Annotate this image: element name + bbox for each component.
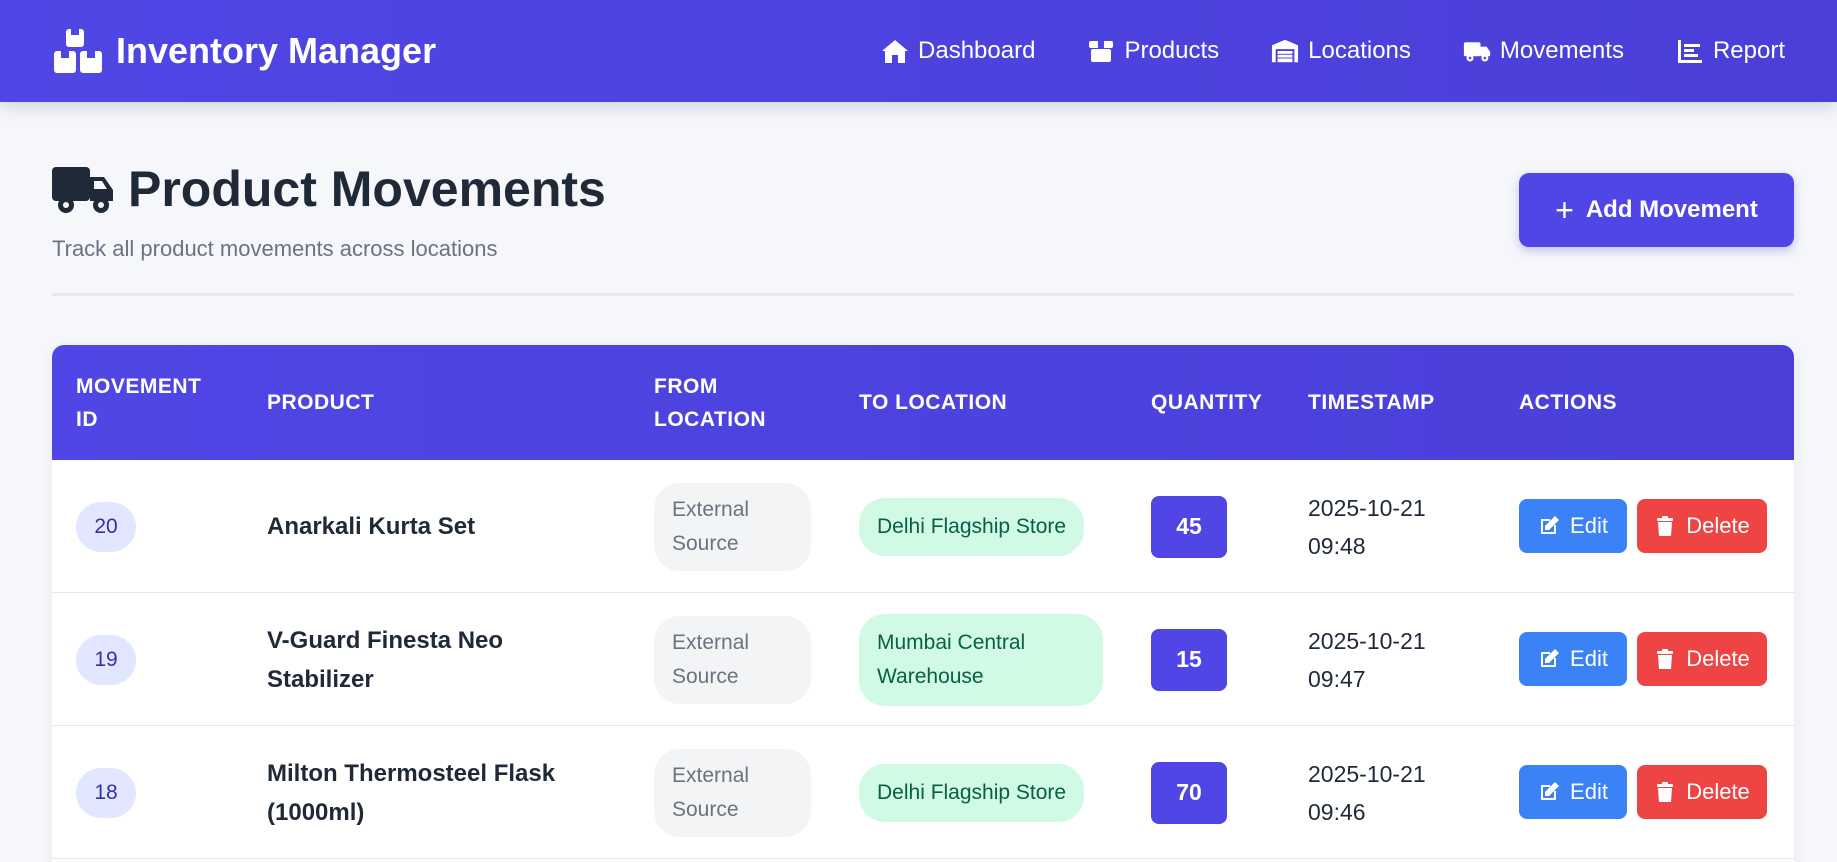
product-name: V-Guard Finesta Neo Stabilizer <box>267 626 504 693</box>
edit-button[interactable]: Edit <box>1519 499 1627 553</box>
edit-icon <box>1541 649 1560 667</box>
delete-label: Delete <box>1686 513 1750 538</box>
th-from-location: FROM LOCATION <box>654 374 767 431</box>
to-location-badge: Mumbai Central Warehouse <box>859 613 1103 706</box>
nav-dashboard[interactable]: Dashboard <box>881 37 1035 65</box>
edit-label: Edit <box>1570 779 1608 804</box>
quantity-badge: 45 <box>1151 495 1227 558</box>
quantity-badge: 15 <box>1151 628 1227 691</box>
truck-icon <box>52 167 113 213</box>
box-icon <box>1089 41 1114 62</box>
delete-button[interactable]: Delete <box>1637 765 1767 819</box>
movements-table: MOVEMENT ID PRODUCT FROM LOCATION TO LOC… <box>52 345 1794 862</box>
table-header: MOVEMENT ID PRODUCT FROM LOCATION TO LOC… <box>52 345 1794 460</box>
home-icon <box>882 40 909 63</box>
delete-label: Delete <box>1686 779 1750 804</box>
th-actions: ACTIONS <box>1519 391 1617 414</box>
nav-movements-label: Movements <box>1499 37 1624 64</box>
top-navbar: Inventory Manager Dashboard Products Loc… <box>0 0 1837 102</box>
from-location-badge: External Source <box>654 748 811 837</box>
nav-report[interactable]: Report <box>1676 37 1785 65</box>
brand-title: Inventory Manager <box>116 30 437 71</box>
edit-icon <box>1541 782 1560 800</box>
nav-report-label: Report <box>1712 37 1785 64</box>
trash-icon <box>1657 516 1674 536</box>
timestamp: 2025-10-21 09:46 <box>1308 760 1426 825</box>
delete-button[interactable]: Delete <box>1637 632 1767 686</box>
product-name: Anarkali Kurta Set <box>267 513 476 540</box>
brand[interactable]: Inventory Manager <box>52 27 436 75</box>
table-row: 20 Anarkali Kurta Set External Source De… <box>52 460 1794 593</box>
truck-icon <box>1463 42 1491 62</box>
table-row: 19 V-Guard Finesta Neo Stabilizer Extern… <box>52 593 1794 726</box>
add-movement-button[interactable]: + Add Movement <box>1519 173 1794 247</box>
movement-id-badge: 20 <box>76 501 136 552</box>
to-location-badge: Delhi Flagship Store <box>859 763 1085 822</box>
quantity-badge: 70 <box>1151 761 1227 824</box>
table-row: 18 Milton Thermosteel Flask (1000ml) Ext… <box>52 726 1794 859</box>
delete-button[interactable]: Delete <box>1637 499 1767 553</box>
header-divider <box>52 293 1794 296</box>
delete-label: Delete <box>1686 646 1750 671</box>
main-nav: Dashboard Products Locations Movements R… <box>881 37 1785 65</box>
nav-products-label: Products <box>1124 37 1220 64</box>
edit-label: Edit <box>1570 646 1608 671</box>
page-title: Product Movements <box>128 161 606 217</box>
nav-movements[interactable]: Movements <box>1463 37 1624 65</box>
th-quantity: QUANTITY <box>1151 391 1263 414</box>
trash-icon <box>1657 782 1674 802</box>
th-to-location: TO LOCATION <box>859 391 1008 414</box>
to-location-badge: Delhi Flagship Store <box>859 497 1085 556</box>
chart-icon <box>1677 40 1702 63</box>
boxes-logo-icon <box>54 29 102 73</box>
edit-label: Edit <box>1570 513 1608 538</box>
movement-id-badge: 19 <box>76 634 136 685</box>
th-timestamp: TIMESTAMP <box>1308 391 1435 414</box>
edit-button[interactable]: Edit <box>1519 632 1627 686</box>
trash-icon <box>1657 649 1674 669</box>
th-product: PRODUCT <box>267 391 375 414</box>
nav-dashboard-label: Dashboard <box>918 37 1036 64</box>
edit-icon <box>1541 516 1560 534</box>
nav-products[interactable]: Products <box>1087 37 1219 65</box>
movement-id-badge: 18 <box>76 767 136 818</box>
from-location-badge: External Source <box>654 615 811 704</box>
warehouse-icon <box>1272 39 1299 63</box>
plus-icon: + <box>1555 192 1574 228</box>
add-movement-label: Add Movement <box>1585 196 1758 223</box>
timestamp: 2025-10-21 09:48 <box>1308 494 1426 559</box>
timestamp: 2025-10-21 09:47 <box>1308 627 1426 692</box>
from-location-badge: External Source <box>654 482 811 571</box>
edit-button[interactable]: Edit <box>1519 765 1627 819</box>
product-name: Milton Thermosteel Flask (1000ml) <box>267 759 556 826</box>
nav-locations-label: Locations <box>1308 37 1411 64</box>
nav-locations[interactable]: Locations <box>1271 37 1411 65</box>
th-movement-id: MOVEMENT ID <box>76 374 202 431</box>
